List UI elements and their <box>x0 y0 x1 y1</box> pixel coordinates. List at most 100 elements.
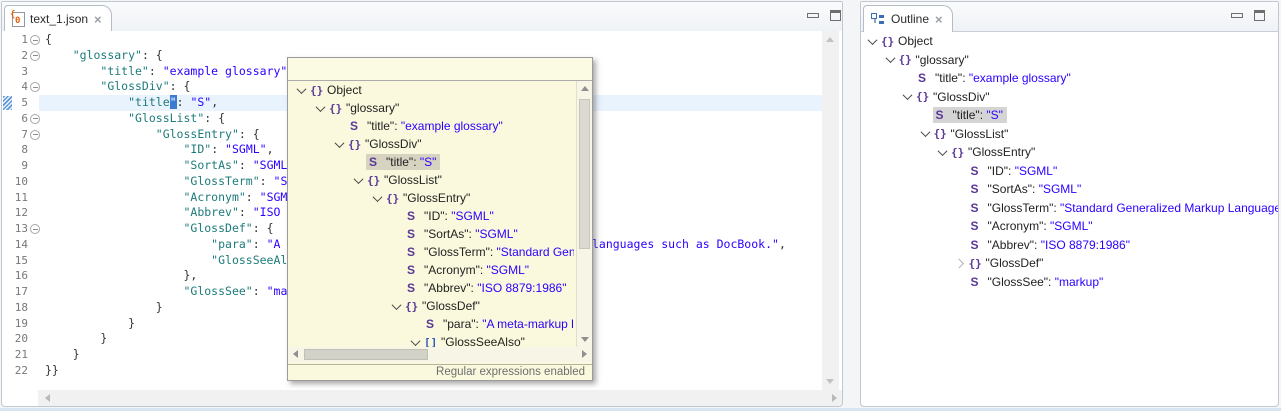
scroll-up-icon[interactable] <box>581 86 589 91</box>
scrollbar-thumb[interactable] <box>304 349 428 360</box>
tree-item[interactable]: {}"GlossDiv" <box>861 88 1278 107</box>
tab-text-1-json[interactable]: {0 text_1.json × <box>4 5 112 32</box>
tree-item-text: "GlossTerm": "Standard Generalized Marku… <box>988 201 1279 215</box>
tree-item[interactable]: {}"GlossDiv" <box>288 135 574 153</box>
tree-item[interactable]: S"Abbrev": "ISO 8879:1986" <box>288 279 574 297</box>
tree-item[interactable]: {}"glossary" <box>288 99 574 117</box>
tree-item[interactable]: {}Object <box>861 32 1278 51</box>
chevron-down-icon[interactable] <box>935 143 950 162</box>
chevron-down-icon[interactable] <box>389 297 404 315</box>
tree-item-text: "ID": "SGML" <box>424 209 494 223</box>
line-number: 6 <box>21 111 28 127</box>
chevron-down-icon[interactable] <box>865 32 880 51</box>
line-number: 22 <box>15 363 28 379</box>
outline-tabbar: Outline × <box>861 2 1278 32</box>
tree-item[interactable]: S"SortAs": "SGML" <box>861 180 1278 199</box>
minimize-icon[interactable] <box>807 13 819 18</box>
tree-item[interactable]: S"GlossTerm": "Standard Generalized Mark… <box>288 243 574 261</box>
editor-vertical-scrollbar[interactable] <box>822 31 839 390</box>
line-number: 4 <box>21 79 28 95</box>
tree-item[interactable]: S"title": "example glossary" <box>288 117 574 135</box>
tab-outline[interactable]: Outline × <box>863 5 953 32</box>
chevron-spacer <box>953 180 968 199</box>
tree-item[interactable]: S"ID": "SGML" <box>861 162 1278 181</box>
chevron-spacer <box>953 199 968 218</box>
outline-panel: Outline × {}Object{}"glossary"S"title": … <box>860 1 1279 407</box>
tree-item[interactable]: {}"GlossDef" <box>861 254 1278 273</box>
chevron-down-icon[interactable] <box>370 189 385 207</box>
tree-item[interactable]: S"para": "A meta-markup language, used t… <box>288 315 574 333</box>
editor-horizontal-scrollbar[interactable] <box>2 390 842 406</box>
tree-item[interactable]: {}Object <box>288 81 574 99</box>
chevron-down-icon[interactable] <box>900 88 915 107</box>
chevron-spacer <box>918 106 933 125</box>
minimize-icon[interactable] <box>1231 13 1243 18</box>
chevron-right-icon[interactable] <box>953 254 968 273</box>
tree-item[interactable]: {}"GlossEntry" <box>288 189 574 207</box>
tree-label: S"Acronym": "SGML" <box>968 218 1097 234</box>
tree-item[interactable]: S"ID": "SGML" <box>288 207 574 225</box>
chevron-spacer <box>408 315 423 333</box>
scroll-right-icon[interactable] <box>582 350 587 358</box>
scroll-left-icon[interactable] <box>45 394 50 402</box>
tree-item[interactable]: S"GlossTerm": "Standard Generalized Mark… <box>861 199 1278 218</box>
line-number: 20 <box>15 331 28 347</box>
chevron-down-icon[interactable] <box>313 99 328 117</box>
tree-label: S"GlossSee": "markup" <box>968 274 1108 290</box>
chevron-down-icon[interactable] <box>351 171 366 189</box>
tree-item[interactable]: {}"GlossEntry" <box>861 143 1278 162</box>
tree-item[interactable]: {}"GlossList" <box>288 171 574 189</box>
scroll-down-icon[interactable] <box>581 337 589 342</box>
tree-item-text: "Abbrev": "ISO 8879:1986" <box>988 238 1130 252</box>
tree-item[interactable]: S"Abbrev": "ISO 8879:1986" <box>861 236 1278 255</box>
object-icon: {} <box>934 127 951 140</box>
tree-item[interactable]: S"SortAs": "SGML" <box>288 225 574 243</box>
tree-label: S"SortAs": "SGML" <box>968 181 1086 197</box>
scroll-up-icon[interactable] <box>826 37 834 42</box>
hscroll-track[interactable] <box>38 390 842 406</box>
maximize-icon[interactable] <box>830 10 841 21</box>
tree-label: {}Object <box>880 33 937 49</box>
object-icon: {} <box>310 84 327 97</box>
scroll-left-icon[interactable] <box>293 350 298 358</box>
tree-item[interactable]: {}"GlossDef" <box>288 297 574 315</box>
tree-label: S"Abbrev": "ISO 8879:1986" <box>404 280 570 296</box>
tree-label: {}"GlossEntry" <box>950 144 1039 160</box>
scroll-down-icon[interactable] <box>826 379 834 384</box>
tree-item[interactable]: S"title": "S" <box>861 106 1278 125</box>
tree-item[interactable]: {}"GlossList" <box>861 125 1278 144</box>
chevron-down-icon[interactable] <box>408 333 423 347</box>
tree-label: S"title": "example glossary" <box>347 118 507 134</box>
chevron-down-icon[interactable] <box>294 81 309 99</box>
tree-item[interactable]: S"GlossSee": "markup" <box>861 273 1278 292</box>
scrollbar-thumb[interactable] <box>579 99 590 249</box>
tree-item-text: "glossary" <box>916 53 969 67</box>
close-icon[interactable]: × <box>935 13 943 26</box>
popup-vertical-scrollbar[interactable] <box>576 81 592 347</box>
tree-item-text: "GlossList" <box>951 127 1009 141</box>
line-number: 2 <box>21 48 28 64</box>
popup-horizontal-scrollbar[interactable] <box>288 347 592 362</box>
code-line[interactable]: { <box>39 32 822 48</box>
string-icon: S <box>405 245 424 259</box>
tree-label: {}"GlossDef" <box>968 255 1048 271</box>
tree-item[interactable]: S"Acronym": "SGML" <box>861 217 1278 236</box>
tree-label: {}"GlossDiv" <box>347 136 426 152</box>
chevron-spacer <box>389 279 404 297</box>
scroll-right-icon[interactable] <box>832 394 837 402</box>
close-icon[interactable]: × <box>94 13 102 26</box>
line-number: 9 <box>21 158 28 174</box>
chevron-down-icon[interactable] <box>918 125 933 144</box>
tree-item[interactable]: S"title": "example glossary" <box>861 69 1278 88</box>
maximize-icon[interactable] <box>1254 10 1265 21</box>
filter-input[interactable] <box>288 58 592 81</box>
object-icon: {} <box>881 35 898 48</box>
tree-label: {}Object <box>309 82 366 98</box>
tree-item[interactable]: S"title": "S" <box>288 153 574 171</box>
chevron-down-icon[interactable] <box>883 51 898 70</box>
tree-item[interactable]: S"Acronym": "SGML" <box>288 261 574 279</box>
tree-item[interactable]: []"GlossSeeAlso" <box>288 333 574 347</box>
string-icon: S <box>405 263 424 277</box>
tree-item[interactable]: {}"glossary" <box>861 51 1278 70</box>
chevron-down-icon[interactable] <box>332 135 347 153</box>
